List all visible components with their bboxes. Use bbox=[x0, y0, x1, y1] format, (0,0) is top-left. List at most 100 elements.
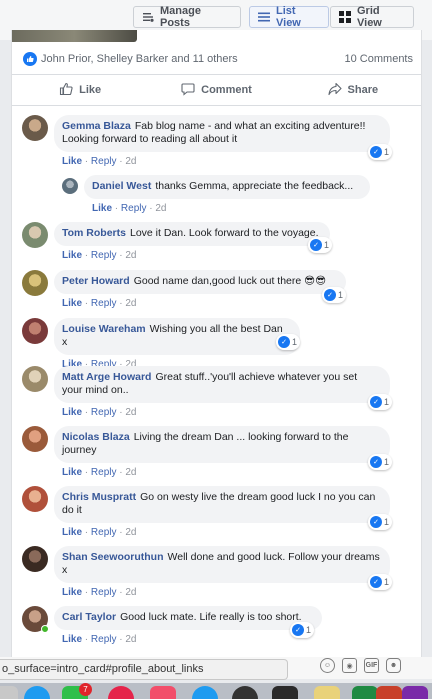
dock-app-icon[interactable] bbox=[314, 686, 340, 699]
comment-meta: Like · Reply · 2d bbox=[62, 407, 137, 418]
comment-bubble: Daniel West thanks Gemma, appreciate the … bbox=[84, 175, 370, 199]
reaction-count: 1 bbox=[306, 625, 312, 635]
comment-author[interactable]: Shan Seewooruthun bbox=[62, 551, 164, 563]
comment-like-link[interactable]: Like bbox=[92, 203, 112, 214]
dock-app-icon[interactable] bbox=[272, 686, 298, 699]
dock-app-icon[interactable] bbox=[352, 686, 378, 699]
comment-author[interactable]: Louise Wareham bbox=[62, 323, 146, 335]
comment-author[interactable]: Peter Howard bbox=[62, 275, 130, 287]
avatar[interactable] bbox=[22, 222, 48, 248]
comment-reply-link[interactable]: Reply bbox=[121, 203, 147, 214]
like-button[interactable]: Like bbox=[12, 75, 148, 105]
comment-like-link[interactable]: Like bbox=[62, 407, 82, 418]
comment-author[interactable]: Nicolas Blaza bbox=[62, 431, 130, 443]
grid-view-button[interactable]: Grid View bbox=[330, 5, 414, 29]
comment-reply-link[interactable]: Reply bbox=[91, 156, 117, 167]
comment-time[interactable]: 2d bbox=[125, 250, 136, 261]
comment-reactions[interactable]: ✓ 1 bbox=[368, 394, 393, 410]
comment: Matt Arge Howard Great stuff..'you'll ach… bbox=[22, 366, 393, 418]
dock-app-icon[interactable] bbox=[150, 686, 176, 699]
comment-button[interactable]: Comment bbox=[148, 75, 284, 105]
comment-like-link[interactable]: Like bbox=[62, 156, 82, 167]
comments-count-link[interactable]: 10 Comments bbox=[345, 53, 413, 65]
comment-time[interactable]: 2d bbox=[125, 298, 136, 309]
comment-reactions[interactable]: ✓ 1 bbox=[368, 514, 393, 530]
avatar[interactable] bbox=[22, 270, 48, 296]
comment-author[interactable]: Tom Roberts bbox=[62, 227, 126, 239]
avatar[interactable] bbox=[62, 178, 78, 194]
thumbs-up-icon bbox=[59, 82, 73, 99]
comment-time[interactable]: 2d bbox=[125, 587, 136, 598]
post-photo[interactable] bbox=[12, 30, 137, 42]
grid-view-icon bbox=[339, 11, 351, 23]
sticker-icon[interactable]: ☻ bbox=[386, 658, 401, 673]
gif-icon[interactable]: GIF bbox=[364, 658, 379, 673]
avatar[interactable] bbox=[22, 606, 49, 633]
like-reaction-icon: ✓ bbox=[370, 456, 382, 468]
camera-icon[interactable]: ◉ bbox=[342, 658, 357, 673]
dock-app-icon[interactable] bbox=[0, 686, 18, 699]
like-reaction-icon: ✓ bbox=[324, 289, 336, 301]
comment-like-link[interactable]: Like bbox=[62, 527, 82, 538]
reaction-count: 1 bbox=[384, 457, 390, 467]
comment-author[interactable]: Matt Arge Howard bbox=[62, 371, 151, 383]
share-label: Share bbox=[347, 84, 379, 96]
comment-time[interactable]: 2d bbox=[125, 407, 136, 418]
comment-time[interactable]: 2d bbox=[125, 156, 136, 167]
dock-app-icon[interactable] bbox=[232, 686, 258, 699]
avatar[interactable] bbox=[22, 115, 48, 141]
comment-author[interactable]: Gemma Blaza bbox=[62, 120, 131, 132]
emoji-icon[interactable]: ☺ bbox=[320, 658, 335, 673]
comment-author[interactable]: Chris Muspratt bbox=[62, 491, 136, 503]
avatar[interactable] bbox=[22, 546, 48, 572]
dock-app-icon[interactable] bbox=[376, 686, 402, 699]
comment-time[interactable]: 2d bbox=[155, 203, 166, 214]
avatar[interactable] bbox=[22, 318, 48, 344]
comment-bubble: Carl Taylor Good luck mate. Life really i… bbox=[54, 606, 322, 630]
dock-app-icon[interactable] bbox=[402, 686, 428, 699]
comment-reactions[interactable]: ✓ 1 bbox=[368, 454, 393, 470]
like-reaction-icon: ✓ bbox=[370, 146, 382, 158]
share-button[interactable]: Share bbox=[285, 75, 421, 105]
comment-like-link[interactable]: Like bbox=[62, 250, 82, 261]
dock-app-icon[interactable] bbox=[108, 686, 134, 699]
dock-app-icon[interactable]: 7 bbox=[62, 683, 92, 699]
comment-reply-link[interactable]: Reply bbox=[91, 250, 117, 261]
comment-like-link[interactable]: Like bbox=[62, 587, 82, 598]
comment-reply-link[interactable]: Reply bbox=[91, 527, 117, 538]
comment-like-link[interactable]: Like bbox=[62, 634, 82, 645]
comment-reactions[interactable]: ✓ 1 bbox=[368, 144, 393, 160]
comment-time[interactable]: 2d bbox=[125, 467, 136, 478]
manage-posts-button[interactable]: Manage Posts bbox=[133, 5, 241, 29]
dock-app-icon[interactable] bbox=[24, 686, 50, 699]
comment-author[interactable]: Daniel West bbox=[92, 180, 151, 192]
comment: Nicolas Blaza Living the dream Dan ... lo… bbox=[22, 426, 393, 478]
comment-reply-link[interactable]: Reply bbox=[91, 407, 117, 418]
comment-like-link[interactable]: Like bbox=[62, 467, 82, 478]
comment-body: Daniel West thanks Gemma, appreciate the … bbox=[84, 175, 370, 214]
comment-reply-link[interactable]: Reply bbox=[91, 467, 117, 478]
comment-time[interactable]: 2d bbox=[125, 634, 136, 645]
comment-time[interactable]: 2d bbox=[125, 527, 136, 538]
comment-text: Good luck mate. Life really is too short… bbox=[120, 611, 302, 623]
like-reaction-icon: ✓ bbox=[370, 576, 382, 588]
list-view-button[interactable]: List View bbox=[249, 5, 329, 29]
comment-reactions[interactable]: ✓ 1 bbox=[308, 237, 333, 253]
avatar[interactable] bbox=[22, 426, 48, 452]
comment-reactions[interactable]: ✓ 1 bbox=[276, 334, 301, 350]
comment-author[interactable]: Carl Taylor bbox=[62, 611, 116, 623]
comment-reply-link[interactable]: Reply bbox=[91, 298, 117, 309]
like-reaction-icon: ✓ bbox=[292, 624, 304, 636]
comment-reply-link[interactable]: Reply bbox=[91, 587, 117, 598]
comment-reactions[interactable]: ✓ 1 bbox=[368, 574, 393, 590]
comment: Chris Muspratt Go on westy live the dream… bbox=[22, 486, 393, 538]
comment-like-link[interactable]: Like bbox=[62, 298, 82, 309]
avatar[interactable] bbox=[22, 366, 48, 392]
avatar[interactable] bbox=[22, 486, 48, 512]
manage-posts-icon bbox=[142, 11, 154, 23]
comment-reactions[interactable]: ✓ 1 bbox=[322, 287, 347, 303]
dock-app-icon[interactable] bbox=[192, 686, 218, 699]
comment-reactions[interactable]: ✓ 1 bbox=[290, 622, 315, 638]
reactors-link[interactable]: John Prior, Shelley Barker and 11 others bbox=[41, 53, 238, 65]
comment-reply-link[interactable]: Reply bbox=[91, 634, 117, 645]
